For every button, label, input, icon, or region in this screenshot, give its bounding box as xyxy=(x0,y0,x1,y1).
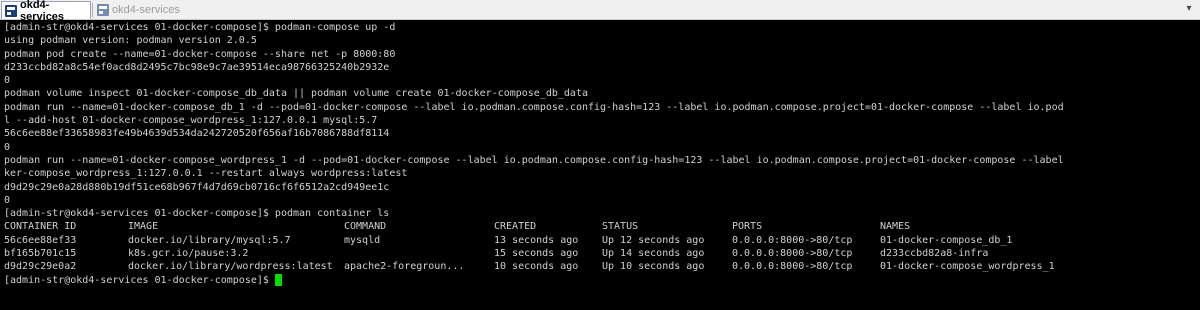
terminal-line: podman volume inspect 01-docker-compose_… xyxy=(4,88,588,100)
column-header-ports: PORTS xyxy=(732,221,763,233)
terminal-line: podman run --name=01-docker-compose_word… xyxy=(4,154,1064,166)
terminal-line: ker-compose_wordpress_1:127.0.0.1 --rest… xyxy=(4,168,408,180)
terminal-line: podman pod create --name=01-docker-compo… xyxy=(4,48,396,60)
tab-okd4-services-inactive[interactable]: okd4-services xyxy=(94,1,186,19)
column-header-names: NAMES xyxy=(880,221,911,233)
container-ports: 0.0.0.0:8000->80/tcp xyxy=(732,248,853,260)
text-cursor xyxy=(274,274,282,287)
column-header-image: IMAGE xyxy=(128,221,159,233)
container-command xyxy=(344,247,494,260)
container-row: 56c6ee88ef33 docker.io/library/mysql:5.7… xyxy=(4,234,1200,247)
column-header-command: COMMAND xyxy=(344,221,387,233)
terminal-window: okd4-services okd4-services ▾ [admin-str… xyxy=(0,0,1200,310)
container-name: 01-docker-compose_wordpress_1 xyxy=(880,261,1055,273)
tab-divider xyxy=(92,3,93,17)
container-image: docker.io/library/mysql:5.7 xyxy=(128,234,291,246)
terminal-session-icon xyxy=(97,4,109,16)
column-header-container-id: CONTAINER ID xyxy=(4,221,77,233)
container-status: Up 10 seconds ago xyxy=(602,261,705,273)
container-status: Up 12 seconds ago xyxy=(602,234,705,246)
terminal-line: 0 xyxy=(4,75,11,87)
container-command: apache2-foregroun... xyxy=(344,261,465,273)
container-row: bf165b701c15 k8s.gcr.io/pause:3.2 15 sec… xyxy=(4,247,1200,260)
terminal-line: podman run --name=01-docker-compose_db_1… xyxy=(4,101,1064,113)
container-created: 10 seconds ago xyxy=(494,261,579,273)
container-ports: 0.0.0.0:8000->80/tcp xyxy=(732,234,853,246)
terminal-line: d233ccbd82a8c54ef0acd8d2495c7bc98e9c7ae3… xyxy=(4,61,390,73)
command-prompt[interactable]: [admin-str@okd4-services 01-docker-compo… xyxy=(4,274,1200,287)
terminal-line: [admin-str@okd4-services 01-docker-compo… xyxy=(4,22,396,33)
container-status: Up 14 seconds ago xyxy=(602,248,705,260)
prompt-text: [admin-str@okd4-services 01-docker-compo… xyxy=(4,274,269,286)
container-ports: 0.0.0.0:8000->80/tcp xyxy=(732,261,853,273)
tab-bar: okd4-services okd4-services ▾ xyxy=(0,0,1200,23)
terminal-line: 0 xyxy=(4,194,11,206)
terminal-line: 0 xyxy=(4,141,11,153)
container-row: d9d29c29e0a2 docker.io/library/wordpress… xyxy=(4,260,1200,273)
terminal-line: d9d29c29e0a28d880b19df51ce68b967f4d7d69c… xyxy=(4,181,390,193)
container-image: docker.io/library/wordpress:latest xyxy=(128,261,333,273)
container-table-header: CONTAINER ID IMAGE COMMAND CREATED STATU… xyxy=(4,220,1200,233)
tab-label: okd4-services xyxy=(112,4,180,16)
container-created: 15 seconds ago xyxy=(494,248,579,260)
column-header-created: CREATED xyxy=(494,221,537,233)
container-id: 56c6ee88ef33 xyxy=(4,234,77,246)
tab-list-menu-icon[interactable]: ▾ xyxy=(1182,2,1196,16)
tab-okd4-services-active[interactable]: okd4-services xyxy=(1,0,91,23)
container-name: d233ccbd82a8-infra xyxy=(880,248,989,260)
terminal-line: 56c6ee88ef33658983fe49b4639d534da2427205… xyxy=(4,128,390,140)
container-id: bf165b701c15 xyxy=(4,248,77,260)
container-image: k8s.gcr.io/pause:3.2 xyxy=(128,248,249,260)
terminal-output[interactable]: [admin-str@okd4-services 01-docker-compo… xyxy=(0,21,1200,310)
terminal-session-icon xyxy=(5,4,17,17)
column-header-status: STATUS xyxy=(602,221,639,233)
terminal-line: using podman version: podman version 2.0… xyxy=(4,35,257,47)
tab-label: okd4-services xyxy=(20,0,65,23)
terminal-line: l --add-host 01-docker-compose_wordpress… xyxy=(4,115,378,127)
terminal-line: [admin-str@okd4-services 01-docker-compo… xyxy=(4,208,390,220)
container-command: mysqld xyxy=(344,234,381,246)
container-created: 13 seconds ago xyxy=(494,234,579,246)
container-id: d9d29c29e0a2 xyxy=(4,261,77,273)
container-name: 01-docker-compose_db_1 xyxy=(880,234,1013,246)
